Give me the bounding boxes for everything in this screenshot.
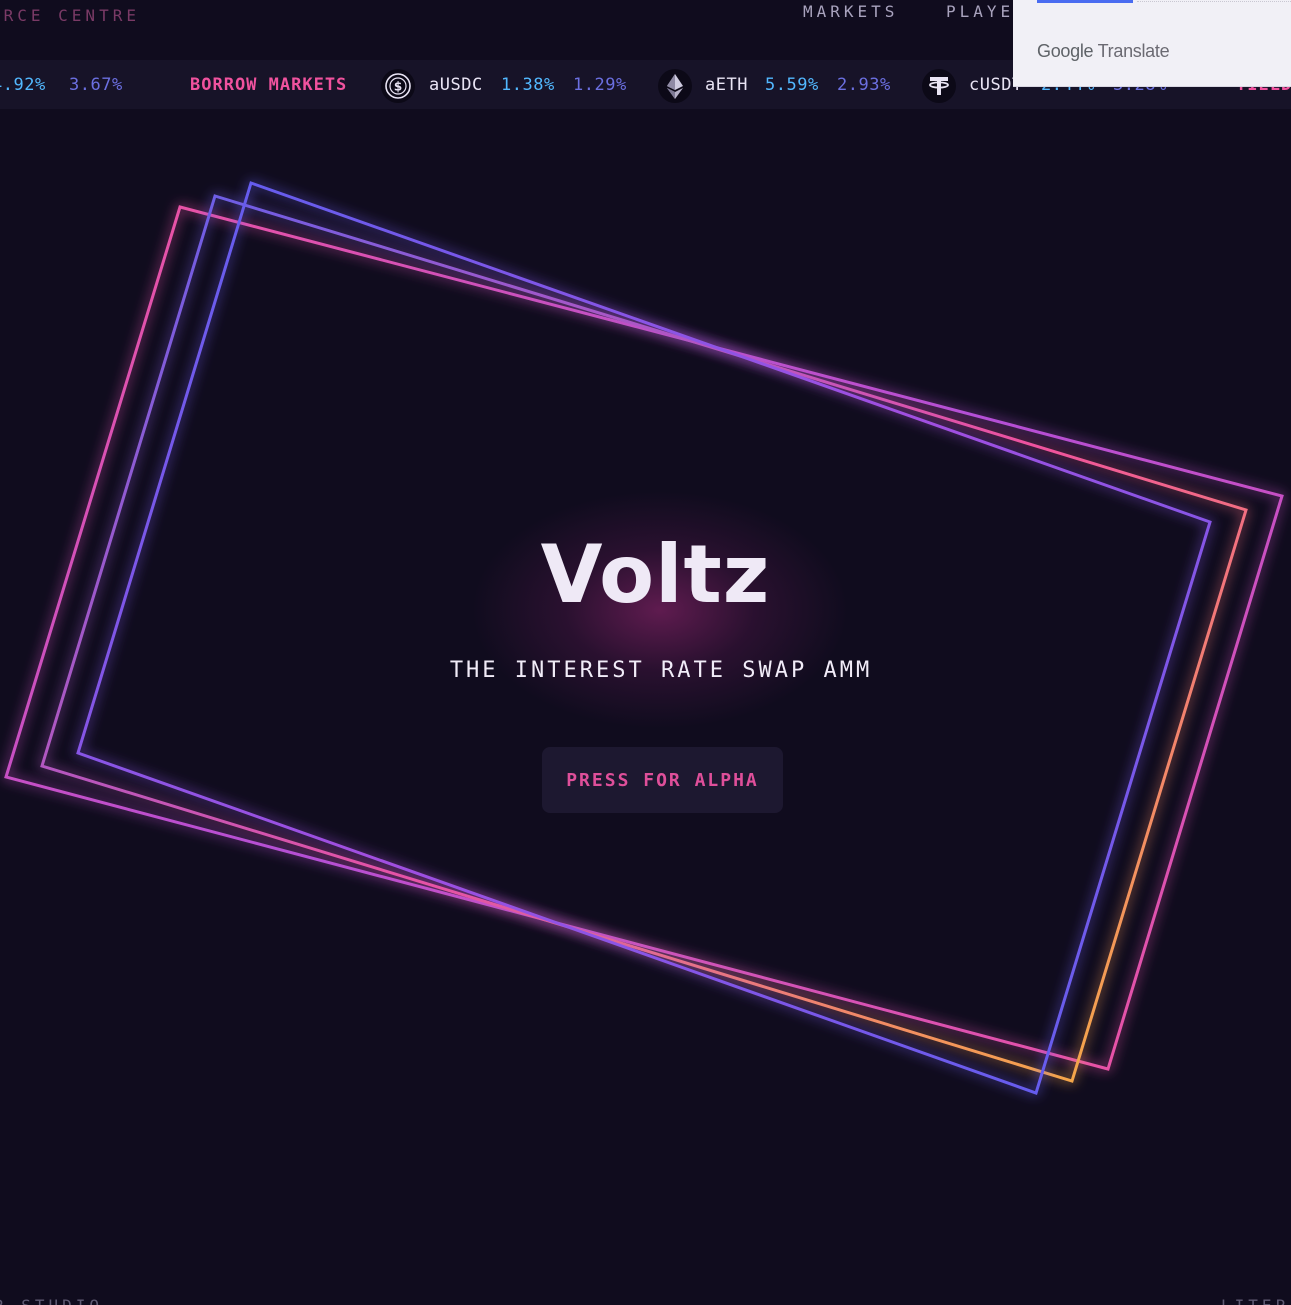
svg-text:$: $ — [394, 80, 402, 94]
hero-title: Voltz — [540, 528, 771, 621]
page: URCE CENTRE MARKETS PLAYE 4.92% 3.67% BO… — [0, 0, 1291, 1305]
ticker-item-rate-1: 5.59% — [765, 75, 819, 95]
ticker-item-rate-2: 2.93% — [837, 75, 891, 95]
google-translate-logo[interactable]: Google Translate — [1037, 41, 1170, 62]
eth-icon — [658, 69, 692, 103]
lead-rate-2: 3.67% — [69, 75, 123, 95]
translate-active-indicator — [1037, 0, 1133, 3]
nav-players[interactable]: PLAYE — [946, 2, 1014, 21]
google-wordmark: Google — [1037, 41, 1094, 61]
translate-wordmark: Translate — [1097, 41, 1170, 61]
translate-divider — [1137, 1, 1291, 2]
google-translate-popup[interactable]: Google Translate — [1013, 0, 1291, 87]
ticker-item-label: aETH — [705, 75, 748, 95]
usdc-icon: $ — [381, 69, 415, 103]
ticker-item-rate-2: 1.29% — [573, 75, 627, 95]
hero-subtitle: THE INTEREST RATE SWAP AMM — [449, 658, 873, 683]
nav-markets[interactable]: MARKETS — [803, 2, 898, 21]
press-for-alpha-button[interactable]: PRESS FOR ALPHA — [542, 747, 783, 813]
footer-right-text[interactable]: LITEP — [1221, 1296, 1289, 1305]
ticker-item-label: aUSDC — [429, 75, 483, 95]
ticker-item-rate-1: 1.38% — [501, 75, 555, 95]
tether-icon — [922, 69, 956, 103]
nav-resource-centre[interactable]: URCE CENTRE — [0, 6, 140, 25]
borrow-markets-label: BORROW MARKETS — [190, 75, 348, 95]
lead-rate-1: 4.92% — [0, 75, 46, 95]
footer-left-text[interactable]: R STUDIO — [0, 1296, 103, 1305]
